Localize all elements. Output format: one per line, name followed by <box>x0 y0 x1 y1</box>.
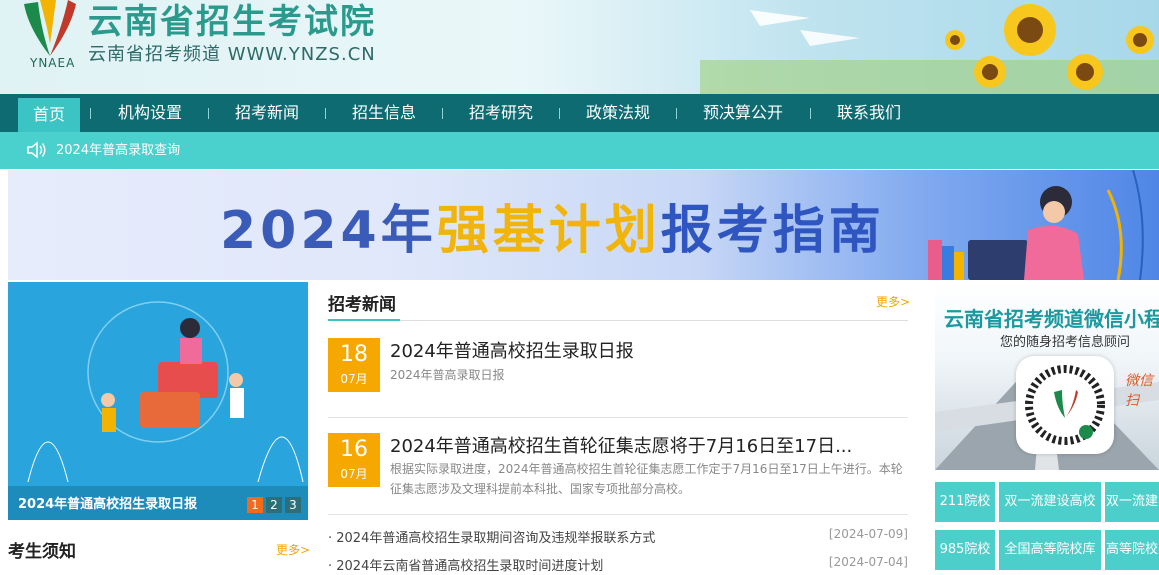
notice-link[interactable]: 2024年普高录取查询 <box>56 132 180 169</box>
logo-abbreviation: YNAEA <box>30 56 76 70</box>
news-title-underline <box>328 319 400 321</box>
nav-admission-info[interactable]: 招生信息 <box>344 94 424 132</box>
news-list-title[interactable]: · 2024年普通高校招生录取期间咨询及违规举报联系方式 <box>328 527 655 546</box>
nav-divider <box>325 108 326 119</box>
news-date-month: 07月 <box>340 467 368 481</box>
nav-divider <box>90 108 91 119</box>
site-header: YNAEA 云南省招生考试院 云南省招考频道 WWW.YNZS.CN <box>0 0 1159 94</box>
news-list-date: [2024-07-09] <box>828 527 908 541</box>
link-higher-institutions[interactable]: 高等院校 <box>1105 530 1159 570</box>
nav-organization[interactable]: 机构设置 <box>110 94 190 132</box>
news-headline[interactable]: 2024年普通高校招生首轮征集志愿将于7月16日至17日... <box>390 432 852 458</box>
speaker-icon <box>27 141 46 159</box>
nav-exam-news[interactable]: 招考新闻 <box>227 94 307 132</box>
exam-notes-title: 考生须知 <box>8 542 76 562</box>
nav-policies[interactable]: 政策法规 <box>578 94 658 132</box>
header-sunflower-artwork <box>700 4 1159 94</box>
news-date-day: 16 <box>340 437 368 462</box>
slideshow-page-1[interactable]: 1 <box>247 497 263 513</box>
nav-divider <box>208 108 209 119</box>
nav-divider <box>810 108 811 119</box>
news-section-title: 招考新闻 <box>328 295 396 315</box>
nav-divider <box>676 108 677 119</box>
news-date-month: 07月 <box>340 372 368 386</box>
exam-notes-more-link[interactable]: 更多> <box>276 541 310 558</box>
banner-highlight: 强基计划 <box>436 201 661 261</box>
news-list-item[interactable]: · 2024年普通高校招生录取期间咨询及违规举报联系方式 [2024-07-09… <box>328 527 908 547</box>
banner-illustration <box>928 170 1144 280</box>
banner-headline: 2024年强基计划报考指南 <box>220 188 885 263</box>
slideshow-page-2[interactable]: 2 <box>266 497 282 513</box>
news-date-badge: 16 07月 <box>328 433 380 487</box>
slideshow-illustration <box>27 301 304 482</box>
wechat-card-subtitle: 您的随身招考信息顾问 <box>1000 335 1131 350</box>
banner-year: 2024年 <box>220 201 437 261</box>
news-item-divider <box>328 417 908 418</box>
link-211-universities[interactable]: 211院校 <box>935 482 995 522</box>
slideshow-caption[interactable]: 2024年普通高校招生录取日报 <box>18 493 197 512</box>
notice-bar: 2024年普高录取查询 <box>0 132 1159 169</box>
link-double-first-class-disciplines[interactable]: 双一流建 <box>1105 482 1159 522</box>
nav-divider <box>559 108 560 119</box>
news-date-badge: 18 07月 <box>328 338 380 392</box>
miniprogram-qr-code[interactable] <box>1016 356 1114 454</box>
ynaea-logo-icon[interactable] <box>18 0 80 62</box>
nav-contact[interactable]: 联系我们 <box>829 94 909 132</box>
news-summary: 2024年普高录取日报 <box>390 368 505 382</box>
wechat-side-text: 微信扫 <box>1125 373 1153 409</box>
news-summary: 根据实际录取进度，2024年普通高校招生首轮征集志愿工作定于7月16日至17日上… <box>390 462 903 496</box>
link-985-universities[interactable]: 985院校 <box>935 530 995 570</box>
main-nav: 首页 机构设置 招考新闻 招生信息 招考研究 政策法规 预决算公开 联系我们 <box>0 94 1159 132</box>
nav-budget-disclosure[interactable]: 预决算公开 <box>695 94 791 132</box>
link-national-college-database[interactable]: 全国高等院校库 <box>999 530 1101 570</box>
link-double-first-class[interactable]: 双一流建设高校 <box>999 482 1101 522</box>
nav-home[interactable]: 首页 <box>18 98 80 132</box>
news-slideshow[interactable] <box>8 282 308 520</box>
news-divider <box>328 320 908 321</box>
site-subtitle: 云南省招考频道 WWW.YNZS.CN <box>88 44 376 65</box>
site-title[interactable]: 云南省招生考试院 <box>88 0 376 43</box>
qr-code-icon <box>1025 365 1105 445</box>
news-date-day: 18 <box>340 342 368 367</box>
news-more-link[interactable]: 更多> <box>876 293 910 310</box>
news-item-divider <box>328 514 908 515</box>
slideshow-page-3[interactable]: 3 <box>285 497 301 513</box>
nav-divider <box>442 108 443 119</box>
news-headline[interactable]: 2024年普通高校招生录取日报 <box>390 337 634 363</box>
banner-guide: 报考指南 <box>660 201 885 261</box>
promo-banner[interactable]: 2024年强基计划报考指南 <box>8 170 1159 280</box>
news-list-item[interactable]: · 2024年云南省普通高校招生录取时间进度计划 [2024-07-04] <box>328 555 908 575</box>
wechat-card-title: 云南省招考频道微信小程 <box>944 307 1159 331</box>
nav-exam-research[interactable]: 招考研究 <box>461 94 541 132</box>
news-list-title[interactable]: · 2024年云南省普通高校招生录取时间进度计划 <box>328 555 603 574</box>
